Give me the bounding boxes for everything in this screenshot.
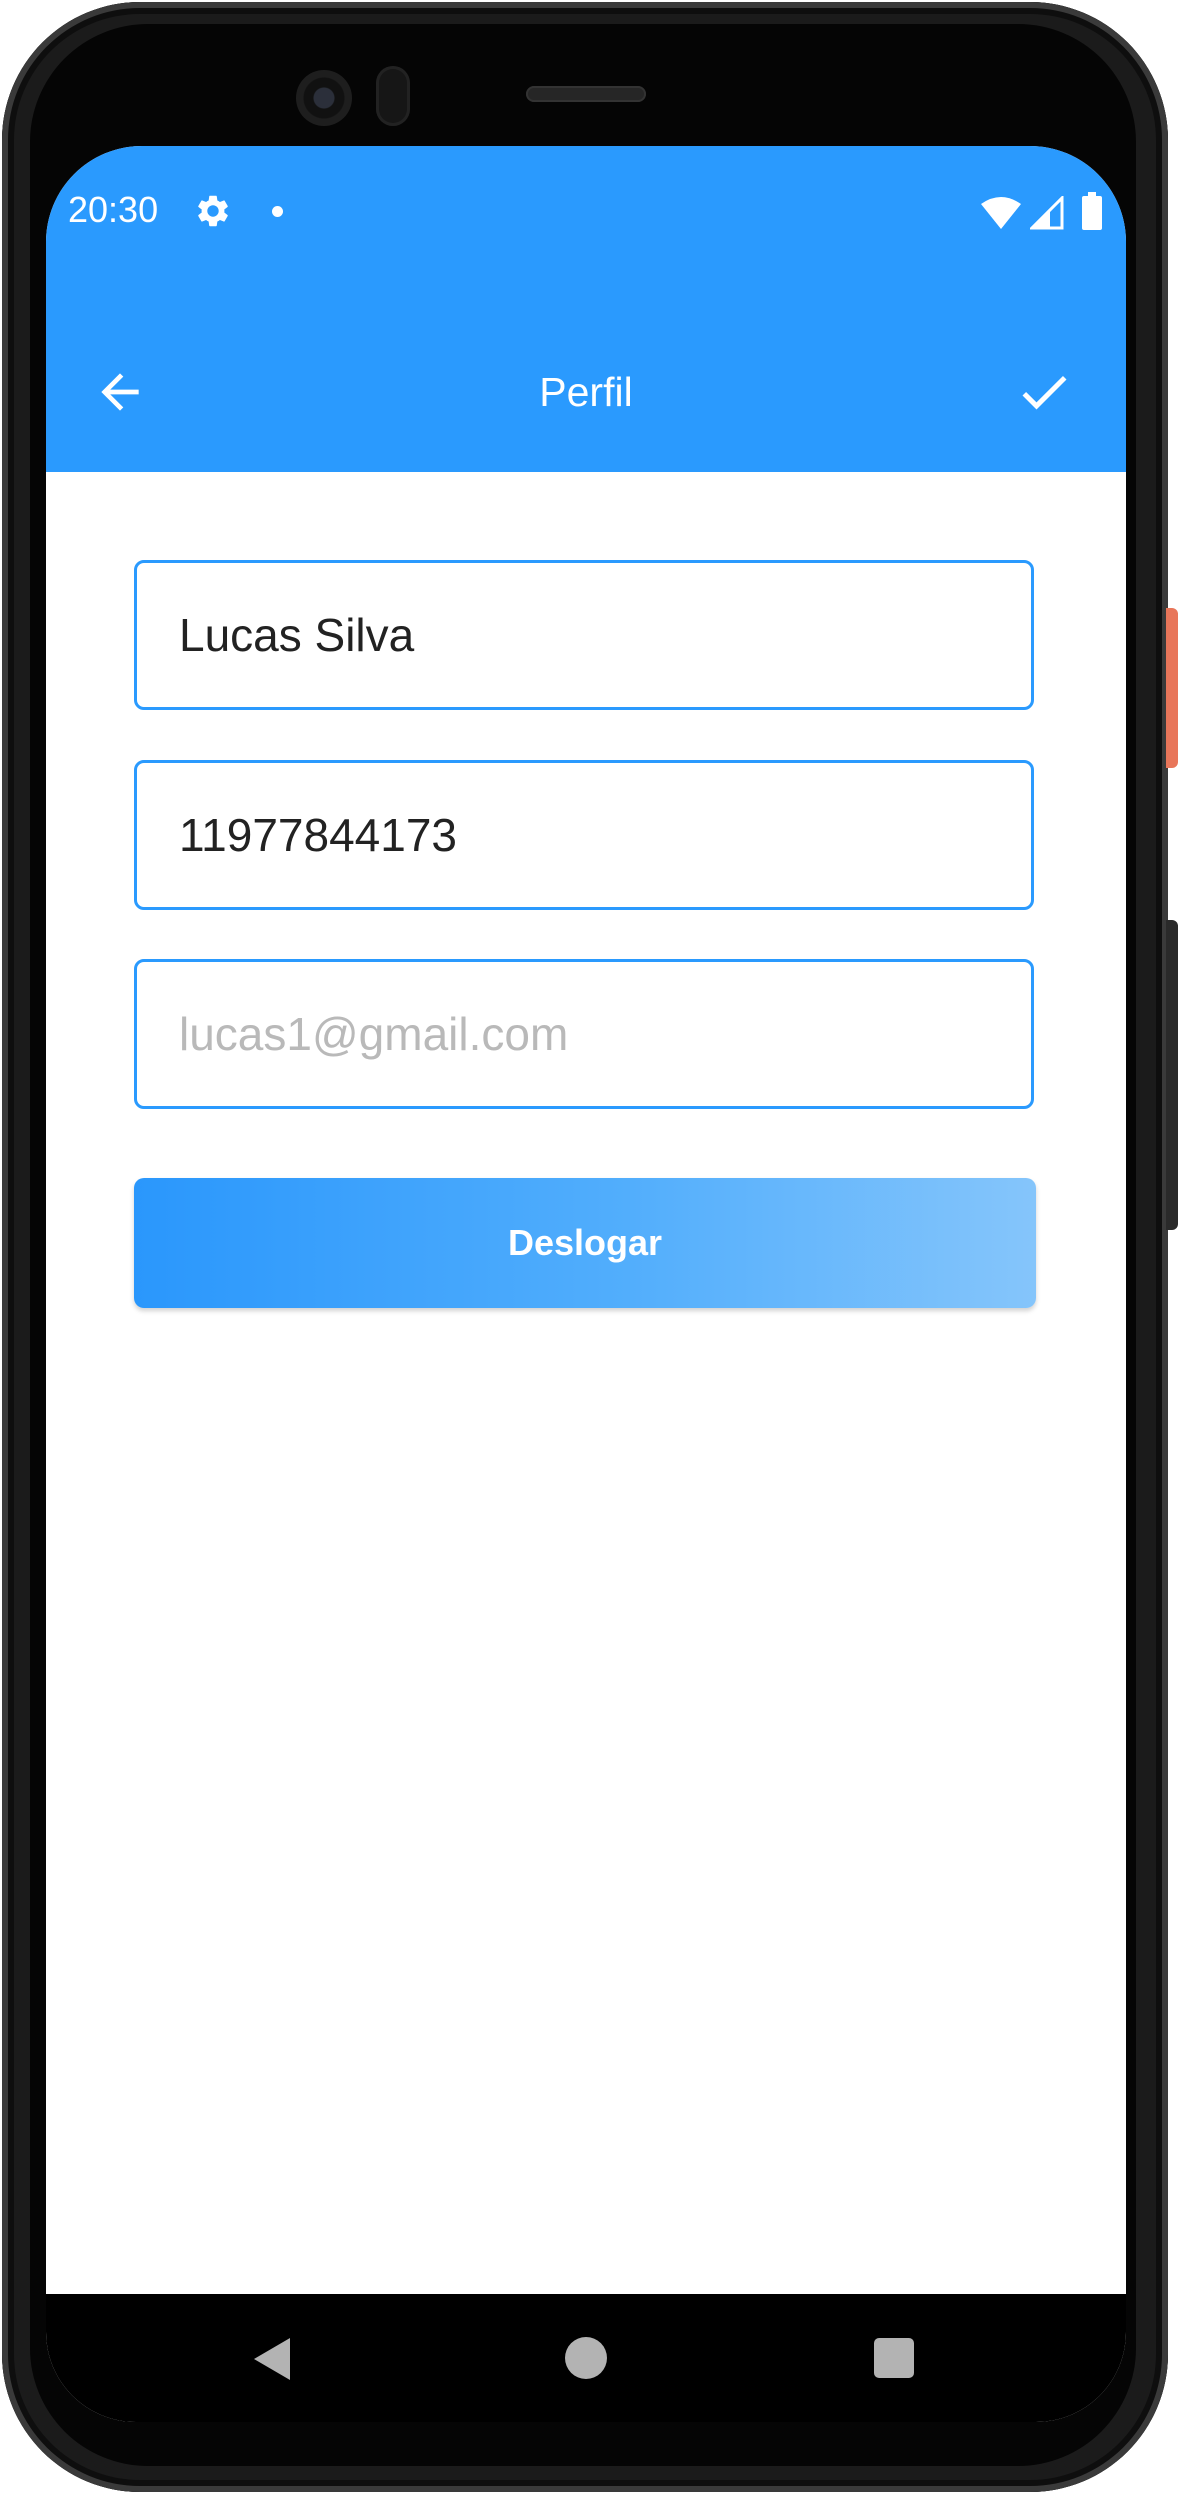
nav-back-icon[interactable] <box>252 2336 292 2382</box>
device-mockup: 20:30 Perfil Lucas Silva 11977844173 luc… <box>0 0 1178 2498</box>
phone-input[interactable] <box>179 763 999 907</box>
phone-screen: 20:30 Perfil Lucas Silva 11977844173 luc… <box>46 146 1126 2422</box>
page-title: Perfil <box>539 369 633 415</box>
logout-button[interactable]: Deslogar <box>134 1178 1036 1308</box>
name-field <box>134 560 1034 710</box>
email-field <box>134 959 1034 1109</box>
notification-dot-icon <box>272 206 283 217</box>
status-bar: 20:30 <box>46 146 1126 286</box>
battery-icon <box>1082 192 1102 230</box>
earpiece-speaker <box>526 86 646 102</box>
cell-signal-icon <box>1030 196 1064 230</box>
power-button <box>1166 608 1178 768</box>
nav-recents-icon[interactable] <box>874 2338 914 2378</box>
nav-home-icon[interactable] <box>565 2337 607 2379</box>
status-time: 20:30 <box>68 189 159 230</box>
proximity-sensor <box>376 66 410 126</box>
front-camera <box>296 70 352 126</box>
app-bar: Perfil <box>46 286 1126 472</box>
name-input[interactable] <box>179 563 999 707</box>
phone-field <box>134 760 1034 910</box>
wifi-icon <box>981 197 1021 229</box>
check-icon[interactable] <box>1014 362 1074 422</box>
volume-button <box>1166 920 1178 1230</box>
system-nav-bar <box>46 2294 1126 2422</box>
email-input[interactable] <box>179 962 999 1106</box>
gear-icon <box>198 195 228 227</box>
